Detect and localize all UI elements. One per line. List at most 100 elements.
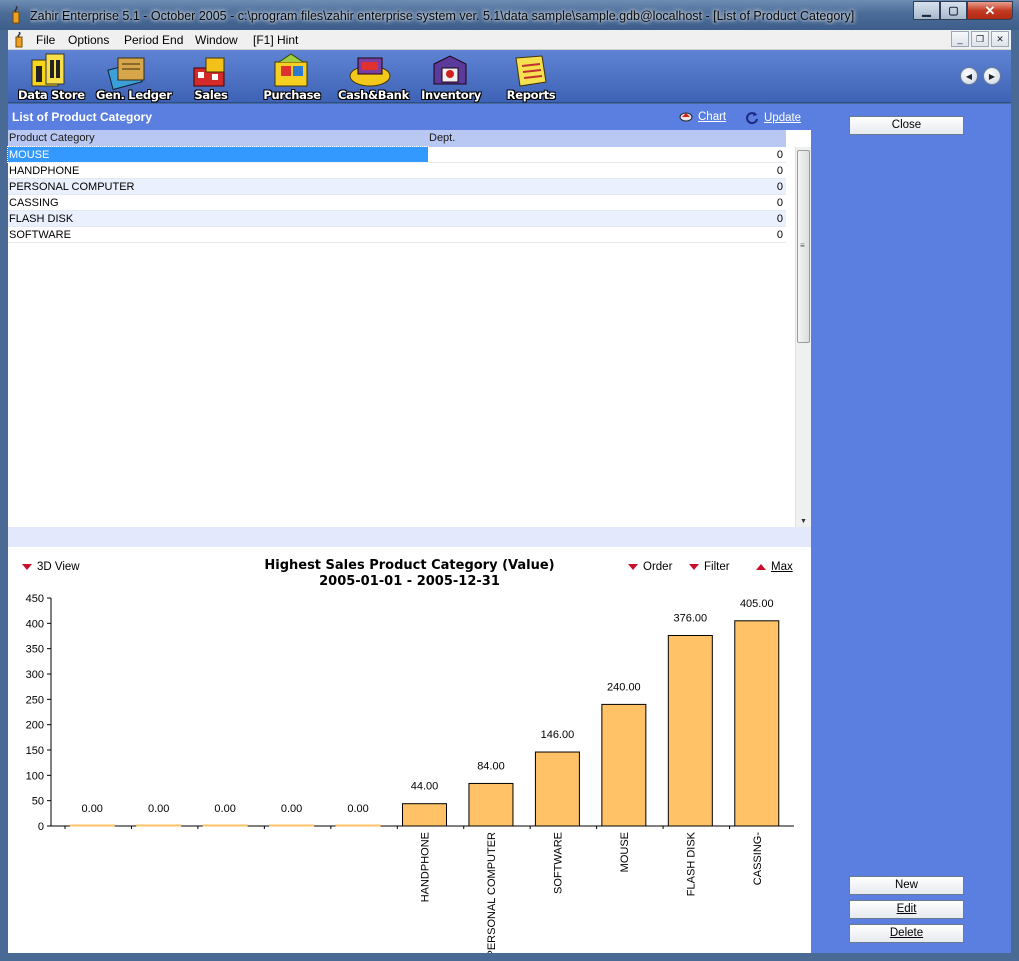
new-button[interactable]: New	[849, 876, 964, 895]
table-row[interactable]: SOFTWARE 0	[8, 227, 786, 243]
title-bar: Zahir Enterprise 5.1 - October 2005 - c:…	[0, 0, 1019, 30]
y-tick-label: 400	[26, 618, 44, 630]
inventory-icon	[433, 55, 467, 85]
data-label: 146.00	[541, 729, 575, 741]
cash-bank-icon	[349, 57, 391, 87]
mdi-restore-button[interactable]: ❐	[971, 31, 989, 47]
bar	[468, 782, 514, 827]
edit-button[interactable]: Edit	[849, 900, 964, 919]
menu-file[interactable]: File	[36, 32, 55, 48]
toolbar-purchase[interactable]: Purchase	[259, 52, 325, 102]
list-scrollbar[interactable]: ≡ ▼	[795, 147, 811, 527]
data-label: 44.00	[411, 781, 439, 793]
dropdown-arrow-icon	[689, 564, 699, 570]
bar	[534, 751, 580, 827]
nav-forward-icon[interactable]: ▶	[983, 67, 1001, 85]
ledger-icon	[107, 57, 145, 90]
update-link[interactable]: Update	[745, 111, 801, 125]
grip-icon: ≡	[800, 241, 805, 250]
y-tick-label: 50	[32, 796, 44, 808]
reports-icon	[515, 55, 547, 87]
close-button[interactable]: Close	[849, 116, 964, 135]
menu-bar: File Options Period End Window [F1] Hint…	[8, 30, 1011, 50]
data-label: 84.00	[477, 760, 505, 772]
list-header: List of Product Category Chart Update	[8, 104, 811, 130]
data-label: 0.00	[281, 803, 302, 815]
nav-back-icon[interactable]: ◀	[960, 67, 978, 85]
toolbar-gen-ledger[interactable]: Gen. Ledger	[96, 52, 172, 102]
max-toggle[interactable]: Max	[756, 561, 793, 573]
bar	[667, 634, 713, 827]
y-tick-label: 0	[38, 821, 44, 833]
toolbar-cash-bank[interactable]: Cash&Bank	[338, 52, 409, 102]
bar	[269, 824, 315, 827]
menu-hint[interactable]: [F1] Hint	[253, 32, 298, 48]
table-row[interactable]: CASSING 0	[8, 195, 786, 211]
bar	[601, 703, 647, 827]
app-menu-icon[interactable]	[12, 32, 26, 48]
toolbar: Data Store Gen. Ledger Sales Purchase Ca…	[8, 50, 1011, 103]
bar	[136, 824, 182, 827]
bar	[202, 824, 248, 827]
mdi-close-button[interactable]: ✕	[991, 31, 1009, 47]
window-title: Zahir Enterprise 5.1 - October 2005 - c:…	[30, 9, 855, 23]
scroll-down-icon[interactable]: ▼	[800, 518, 807, 525]
data-store-icon	[31, 53, 65, 87]
close-window-button[interactable]: ✕	[967, 1, 1013, 20]
x-tick-label: SOFTWARE	[552, 832, 564, 894]
toolbar-data-store[interactable]: Data Store	[18, 52, 85, 102]
minimize-button[interactable]: ▁	[913, 1, 940, 20]
delete-button[interactable]: Delete	[849, 924, 964, 943]
chart-link[interactable]: Chart	[679, 111, 726, 123]
column-header-category[interactable]: Product Category	[9, 132, 95, 144]
sales-icon	[193, 57, 225, 87]
data-label: 0.00	[347, 803, 368, 815]
table-row[interactable]: MOUSE 0	[7, 146, 786, 163]
y-tick-label: 200	[26, 720, 44, 732]
dropdown-arrow-icon	[628, 564, 638, 570]
data-label: 0.00	[82, 803, 103, 815]
menu-window[interactable]: Window	[195, 32, 238, 48]
refresh-icon	[746, 112, 758, 125]
chart-panel: 3D View Highest Sales Product Category (…	[8, 547, 811, 953]
sort-up-icon	[756, 564, 766, 570]
window-frame	[0, 953, 1019, 961]
maximize-button[interactable]: ▢	[940, 1, 967, 20]
filter-dropdown[interactable]: Filter	[689, 561, 730, 573]
y-tick-label: 250	[26, 694, 44, 706]
table-row[interactable]: PERSONAL COMPUTER 0	[8, 179, 786, 195]
column-header-dept[interactable]: Dept.	[429, 132, 455, 144]
panel-splitter[interactable]	[8, 527, 811, 547]
y-tick-label: 300	[26, 669, 44, 681]
table-row[interactable]: HANDPHONE 0	[8, 163, 786, 179]
list-title: List of Product Category	[12, 110, 153, 124]
x-tick-label: PERSONAL COMPUTER	[486, 832, 498, 953]
grid-header: Product Category Dept.	[8, 130, 786, 147]
bar-chart: 0 50 100 150 200 250 300 350 400 450 0.00 0.00 0.00 0…	[26, 593, 794, 953]
toolbar-sales[interactable]: Sales	[178, 52, 244, 102]
y-tick-label: 350	[26, 644, 44, 656]
bar	[402, 803, 447, 827]
data-label: 0.00	[214, 803, 235, 815]
data-label: 240.00	[607, 681, 641, 693]
x-tick-label: MOUSE	[619, 832, 631, 872]
purchase-icon	[274, 53, 308, 87]
data-label: 0.00	[148, 803, 169, 815]
table-row[interactable]: FLASH DISK 0	[8, 211, 786, 227]
y-tick-label: 100	[26, 770, 44, 782]
menu-options[interactable]: Options	[68, 32, 109, 48]
data-label: 376.00	[673, 612, 707, 624]
x-tick-label: CASSING-	[752, 832, 764, 886]
x-tick-label: HANDPHONE	[420, 832, 432, 902]
x-tick-label: FLASH DISK	[685, 831, 697, 896]
mdi-minimize-button[interactable]: _	[951, 31, 969, 47]
y-tick-label: 150	[26, 745, 44, 757]
order-dropdown[interactable]: Order	[628, 561, 672, 573]
toolbar-reports[interactable]: Reports	[498, 52, 564, 102]
menu-period-end[interactable]: Period End	[124, 32, 183, 48]
toolbar-inventory[interactable]: Inventory	[418, 52, 484, 102]
bar	[335, 824, 381, 827]
app-icon	[12, 6, 20, 24]
action-panel	[811, 104, 1011, 953]
chart-icon	[679, 112, 693, 122]
